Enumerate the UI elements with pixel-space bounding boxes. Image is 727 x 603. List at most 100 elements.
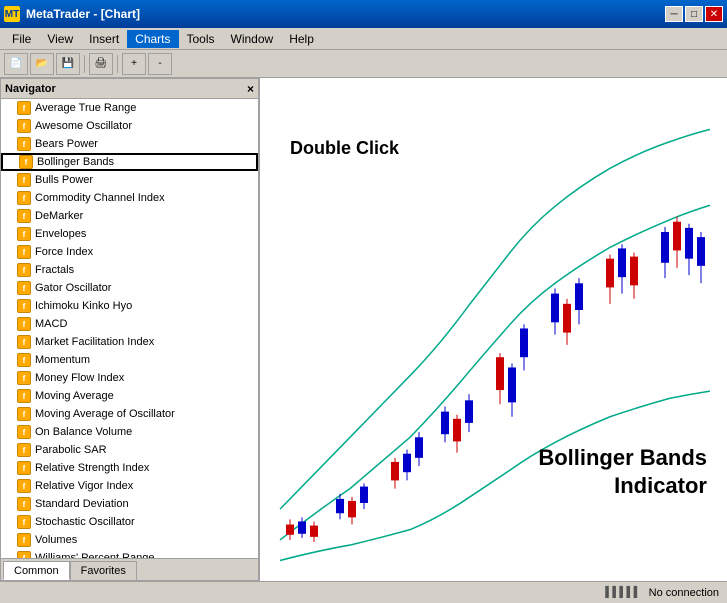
indicator-label: Standard Deviation: [35, 498, 129, 510]
indicator-label: Commodity Channel Index: [35, 192, 165, 204]
toolbar-save[interactable]: 💾: [56, 53, 80, 75]
indicator-label: Momentum: [35, 354, 90, 366]
nav-item-moving-average[interactable]: f Moving Average: [1, 387, 258, 405]
indicator-label: Bears Power: [35, 138, 98, 150]
indicator-label: Force Index: [35, 246, 93, 258]
indicator-icon: f: [17, 299, 31, 313]
indicator-label: Relative Vigor Index: [35, 480, 133, 492]
nav-item-bears-power[interactable]: f Bears Power: [1, 135, 258, 153]
navigator-close-button[interactable]: ×: [247, 82, 254, 96]
toolbar: 📄 📂 💾 🖨 + -: [0, 50, 727, 78]
nav-item-stochastic-oscillator[interactable]: fStochastic Oscillator: [1, 513, 258, 531]
indicator-icon: f: [17, 515, 31, 529]
connection-status: No connection: [649, 587, 719, 599]
indicator-icon: f: [17, 137, 31, 151]
menu-insert[interactable]: Insert: [81, 30, 127, 48]
indicator-label: Parabolic SAR: [35, 444, 107, 456]
toolbar-zoom-in[interactable]: +: [122, 53, 146, 75]
nav-item-momentum[interactable]: f Momentum: [1, 351, 258, 369]
title-bar: MT MetaTrader - [Chart] ─ □ ✕: [0, 0, 727, 28]
status-bar: ▌▌▌▌▌ No connection: [0, 581, 727, 603]
nav-item-fractals[interactable]: f Fractals: [1, 261, 258, 279]
nav-item-parabolic-sar[interactable]: f Parabolic SAR: [1, 441, 258, 459]
indicator-label: Market Facilitation Index: [35, 336, 154, 348]
indicator-label: Average True Range: [35, 102, 136, 114]
indicator-icon: f: [17, 479, 31, 493]
indicator-icon: f: [17, 101, 31, 115]
nav-item-bulls-power[interactable]: f Bulls Power: [1, 171, 258, 189]
toolbar-print[interactable]: 🖨: [89, 53, 113, 75]
indicator-label: Relative Strength Index: [35, 462, 149, 474]
indicator-label: Envelopes: [35, 228, 86, 240]
main-area: Navigator × fAverage True RangefAwesome …: [0, 78, 727, 581]
nav-item-force-index[interactable]: f Force Index: [1, 243, 258, 261]
nav-item-moving-average-of-oscillator[interactable]: fMoving Average of Oscillator: [1, 405, 258, 423]
toolbar-sep1: [84, 55, 85, 73]
indicator-label: Volumes: [35, 534, 77, 546]
indicator-label: MACD: [35, 318, 67, 330]
indicator-icon: f: [17, 533, 31, 547]
maximize-button[interactable]: □: [685, 6, 703, 22]
connection-icon: ▌▌▌▌▌: [605, 587, 640, 598]
indicator-icon: f: [17, 119, 31, 133]
window-title: MetaTrader - [Chart]: [26, 7, 140, 21]
menu-file[interactable]: File: [4, 30, 39, 48]
menu-charts[interactable]: Charts: [127, 30, 178, 48]
indicator-label: Moving Average of Oscillator: [35, 408, 175, 420]
indicator-icon: f: [17, 317, 31, 331]
tab-common[interactable]: Common: [3, 561, 70, 580]
nav-item-relative-strength-index[interactable]: fRelative Strength Index: [1, 459, 258, 477]
nav-item-market-facilitation-index[interactable]: fMarket Facilitation Index: [1, 333, 258, 351]
nav-item-commodity-channel-index[interactable]: fCommodity Channel Index: [1, 189, 258, 207]
navigator-panel: Navigator × fAverage True RangefAwesome …: [0, 78, 260, 581]
close-button[interactable]: ✕: [705, 6, 723, 22]
indicator-icon: f: [17, 227, 31, 241]
indicator-icon: f: [17, 173, 31, 187]
nav-item-bollinger-bands[interactable]: f Bollinger Bands: [1, 153, 258, 171]
indicator-label: Bollinger Bands: [37, 156, 114, 168]
indicator-icon: f: [17, 353, 31, 367]
window-controls: ─ □ ✕: [665, 6, 723, 22]
nav-item-awesome-oscillator[interactable]: f Awesome Oscillator: [1, 117, 258, 135]
toolbar-new[interactable]: 📄: [4, 53, 28, 75]
toolbar-zoom-out[interactable]: -: [148, 53, 172, 75]
indicator-label: Fractals: [35, 264, 74, 276]
indicator-icon: f: [17, 371, 31, 385]
nav-item-standard-deviation[interactable]: f Standard Deviation: [1, 495, 258, 513]
nav-item-gator-oscillator[interactable]: fGator Oscillator: [1, 279, 258, 297]
indicator-label: Bulls Power: [35, 174, 93, 186]
indicator-icon: f: [19, 155, 33, 169]
nav-item-volumes[interactable]: f Volumes: [1, 531, 258, 549]
nav-item-williams'-percent-range[interactable]: fWilliams' Percent Range: [1, 549, 258, 558]
menu-help[interactable]: Help: [281, 30, 322, 48]
chart-area: Double Click: [260, 78, 727, 581]
menu-tools[interactable]: Tools: [179, 30, 223, 48]
nav-item-macd[interactable]: f MACD: [1, 315, 258, 333]
indicator-icon: f: [17, 209, 31, 223]
nav-item-ichimoku-kinko-hyo[interactable]: fIchimoku Kinko Hyo: [1, 297, 258, 315]
indicator-label: Awesome Oscillator: [35, 120, 132, 132]
indicator-label: Moving Average: [35, 390, 114, 402]
indicator-icon: f: [17, 389, 31, 403]
indicator-icon: f: [17, 551, 31, 558]
bollinger-bands-label: Bollinger Bands Indicator: [538, 444, 707, 501]
nav-item-average-true-range[interactable]: f Average True Range: [1, 99, 258, 117]
menu-view[interactable]: View: [39, 30, 81, 48]
nav-item-demarker[interactable]: fDeMarker: [1, 207, 258, 225]
indicator-icon: f: [17, 263, 31, 277]
indicator-icon: f: [17, 497, 31, 511]
nav-item-money-flow-index[interactable]: fMoney Flow Index: [1, 369, 258, 387]
navigator-list[interactable]: fAverage True RangefAwesome OscillatorfB…: [1, 99, 258, 558]
nav-item-on-balance-volume[interactable]: f On Balance Volume: [1, 423, 258, 441]
menu-window[interactable]: Window: [223, 30, 282, 48]
indicator-icon: f: [17, 443, 31, 457]
nav-item-envelopes[interactable]: f Envelopes: [1, 225, 258, 243]
minimize-button[interactable]: ─: [665, 6, 683, 22]
indicator-icon: f: [17, 425, 31, 439]
indicator-label: On Balance Volume: [35, 426, 132, 438]
indicator-label: Gator Oscillator: [35, 282, 111, 294]
indicator-icon: f: [17, 245, 31, 259]
tab-favorites[interactable]: Favorites: [70, 561, 137, 580]
toolbar-open[interactable]: 📂: [30, 53, 54, 75]
nav-item-relative-vigor-index[interactable]: f Relative Vigor Index: [1, 477, 258, 495]
